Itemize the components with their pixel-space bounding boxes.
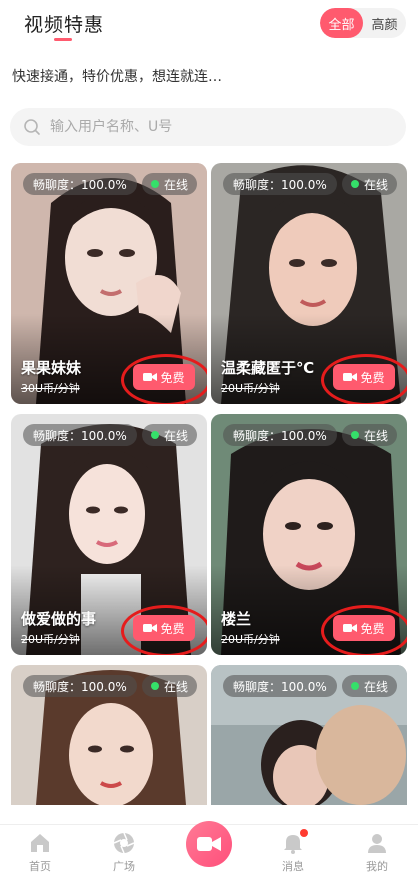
- tab-label: 首页: [29, 860, 51, 873]
- streamer-name: 果果妹妹: [21, 359, 82, 377]
- online-dot: [150, 180, 159, 188]
- chat-rate-badge: 畅聊度：100.0%: [223, 424, 337, 446]
- filter-segment: 全部 高颜: [320, 8, 406, 38]
- video-camera-icon: [197, 837, 221, 851]
- online-label: 在线: [163, 428, 188, 443]
- annotation-circle: [121, 605, 207, 655]
- streamer-card[interactable]: 畅聊度：100.0% 在线 楼兰 20U币/分钟 免费: [211, 414, 407, 655]
- tab-square[interactable]: 广场: [89, 831, 159, 874]
- header: 视频特惠 全部 高颜: [0, 0, 418, 50]
- online-label: 在线: [363, 428, 388, 443]
- online-dot: [150, 682, 159, 690]
- streamer-card[interactable]: 畅聊度：100.0% 在线: [211, 665, 407, 805]
- notification-dot: [300, 829, 308, 837]
- annotation-circle: [321, 605, 407, 655]
- online-dot: [150, 431, 159, 439]
- online-badge: 在线: [141, 173, 197, 195]
- chat-rate-badge: 畅聊度：100.0%: [223, 173, 337, 195]
- online-dot: [350, 431, 359, 439]
- streamer-price: 20U币/分钟: [21, 633, 80, 646]
- search-bar[interactable]: [10, 108, 406, 146]
- tab-profile[interactable]: 我的: [342, 831, 412, 874]
- chat-rate-badge: 畅聊度：100.0%: [223, 675, 337, 697]
- online-dot: [350, 682, 359, 690]
- tab-label: 我的: [366, 860, 388, 873]
- chat-rate-badge: 畅聊度：100.0%: [23, 424, 137, 446]
- streamer-price: 20U币/分钟: [221, 382, 280, 395]
- streamer-card[interactable]: 畅聊度：100.0% 在线 做爱做的事 20U币/分钟 免费: [11, 414, 207, 655]
- tab-label: 消息: [282, 860, 304, 873]
- streamer-card[interactable]: 畅聊度：100.0% 在线 温柔藏匿于℃ 20U币/分钟 免费: [211, 163, 407, 404]
- online-badge: 在线: [341, 424, 397, 446]
- online-dot: [350, 180, 359, 188]
- online-label: 在线: [363, 177, 388, 192]
- online-badge: 在线: [141, 424, 197, 446]
- streamer-card[interactable]: 畅聊度：100.0% 在线: [11, 665, 207, 805]
- video-call-tab-button[interactable]: [186, 821, 232, 867]
- annotation-circle: [321, 354, 407, 404]
- online-badge: 在线: [341, 675, 397, 697]
- tab-messages[interactable]: 消息: [258, 829, 328, 874]
- tab-home[interactable]: 首页: [5, 831, 75, 874]
- chat-rate-badge: 畅聊度：100.0%: [23, 173, 137, 195]
- streamer-price: 20U币/分钟: [221, 633, 280, 646]
- online-badge: 在线: [141, 675, 197, 697]
- streamer-card[interactable]: 畅聊度：100.0% 在线 果果妹妹 30U币/分钟 免费: [11, 163, 207, 404]
- aperture-icon: [113, 832, 135, 854]
- annotation-circle: [121, 354, 207, 404]
- streamer-price: 30U币/分钟: [21, 382, 80, 395]
- title-underline: [54, 38, 72, 41]
- user-icon: [368, 834, 386, 853]
- streamer-name: 楼兰: [221, 610, 252, 628]
- streamer-name: 做爱做的事: [21, 610, 97, 628]
- online-badge: 在线: [341, 173, 397, 195]
- page-title: 视频特惠: [24, 14, 105, 36]
- streamer-name: 温柔藏匿于℃: [221, 359, 315, 377]
- subtitle: 快速接通，特价优惠，想连就连…: [12, 69, 222, 85]
- tab-good-looks[interactable]: 高颜: [363, 8, 406, 38]
- online-label: 在线: [163, 679, 188, 694]
- tab-all[interactable]: 全部: [320, 8, 363, 38]
- online-label: 在线: [363, 679, 388, 694]
- online-label: 在线: [163, 177, 188, 192]
- home-icon: [31, 834, 49, 852]
- chat-rate-badge: 畅聊度：100.0%: [23, 675, 137, 697]
- search-icon: [24, 119, 40, 135]
- search-input[interactable]: [50, 119, 390, 135]
- tab-label: 广场: [113, 860, 135, 873]
- bottom-tab-bar: 首页 广场 消息 我的: [0, 821, 418, 881]
